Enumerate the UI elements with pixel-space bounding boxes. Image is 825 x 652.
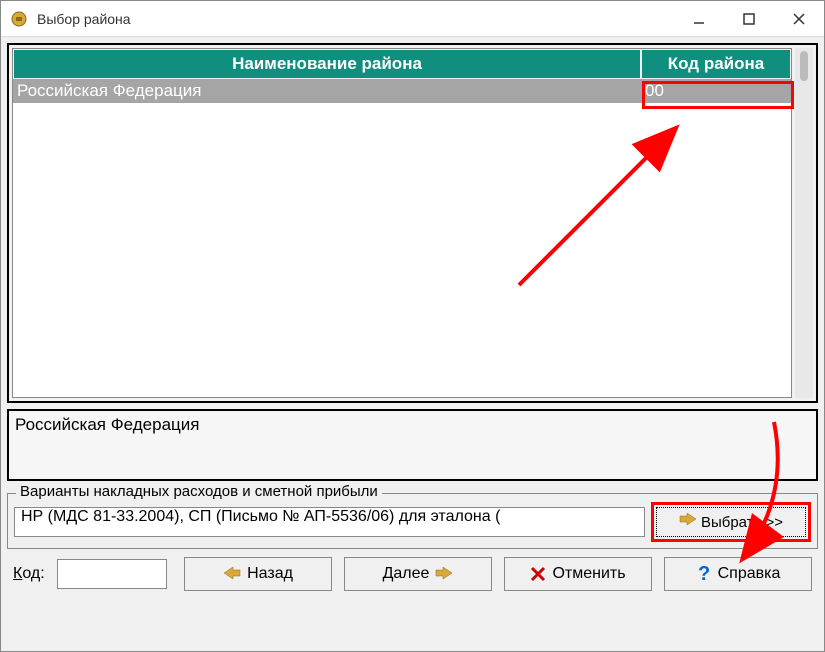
choose-label: Выбрать >> — [701, 514, 783, 531]
next-label: Далее — [383, 565, 430, 583]
col-region-name: Наименование района — [13, 49, 641, 79]
choose-highlight: Выбрать >> — [651, 502, 811, 542]
cancel-label: Отменить — [552, 565, 625, 583]
help-icon: ? — [696, 564, 712, 584]
variants-legend: Варианты накладных расходов и сметной пр… — [16, 483, 382, 500]
titlebar: Выбор района — [1, 1, 824, 37]
col-region-code: Код района — [641, 49, 791, 79]
hand-left-icon — [223, 567, 241, 581]
table-frame: Наименование района Код района Российска… — [7, 43, 818, 403]
variants-value[interactable]: НР (МДС 81-33.2004), СП (Письмо № АП-553… — [14, 507, 645, 537]
bottom-bar: Код: Назад Далее Отменить ? Справка — [7, 549, 818, 599]
code-input[interactable] — [57, 559, 167, 589]
content-area: Наименование района Код района Российска… — [1, 37, 824, 651]
close-button[interactable] — [774, 1, 824, 36]
help-label: Справка — [718, 565, 781, 583]
selected-region-text: Российская Федерация — [15, 415, 199, 434]
back-button[interactable]: Назад — [184, 557, 332, 591]
hand-right-icon — [679, 513, 697, 531]
dialog-window: Выбор района Наименование района Код рай… — [0, 0, 825, 652]
svg-text:?: ? — [698, 564, 710, 584]
minimize-button[interactable] — [674, 1, 724, 36]
selected-region-box: Российская Федерация — [7, 409, 818, 481]
app-icon — [7, 7, 31, 31]
next-button[interactable]: Далее — [344, 557, 492, 591]
vertical-scrollbar[interactable] — [795, 48, 813, 398]
regions-table: Наименование района Код района Российска… — [12, 48, 792, 398]
window-title: Выбор района — [37, 11, 131, 27]
table-row[interactable]: Российская Федерация 00 — [13, 79, 791, 103]
hand-right-icon — [435, 567, 453, 581]
code-label: Код: — [13, 565, 45, 583]
choose-button[interactable]: Выбрать >> — [656, 507, 806, 537]
table-body: Российская Федерация 00 — [13, 79, 791, 397]
help-button[interactable]: ? Справка — [664, 557, 812, 591]
window-buttons — [674, 1, 824, 36]
variants-group: Варианты накладных расходов и сметной пр… — [7, 493, 818, 549]
cancel-button[interactable]: Отменить — [504, 557, 652, 591]
cell-code: 00 — [641, 79, 791, 103]
back-label: Назад — [247, 565, 293, 583]
maximize-button[interactable] — [724, 1, 774, 36]
x-icon — [530, 566, 546, 582]
table-header: Наименование района Код района — [13, 49, 791, 79]
cell-name: Российская Федерация — [13, 79, 641, 103]
